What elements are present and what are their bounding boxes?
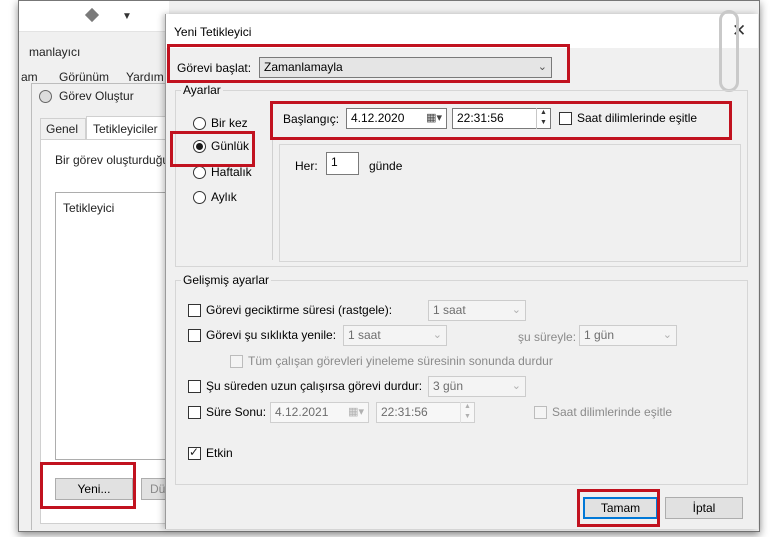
radio-monthly-label: Aylık (211, 190, 237, 204)
enabled-label: Etkin (206, 446, 233, 460)
tab-triggers-label: Tetikleyiciler (93, 122, 158, 136)
repeat-label: Görevi şu sıklıkta yenile: (206, 328, 337, 342)
repeat-duration-select[interactable]: 1 gün ⌄ (579, 325, 677, 346)
app-subtitle: manlayıcı (29, 45, 81, 59)
sync-timezones-checkbox[interactable] (559, 112, 572, 125)
new-trigger-button-label: Yeni... (77, 482, 111, 496)
begin-task-label: Görevi başlat: (177, 61, 252, 75)
menu-item-help[interactable]: Yardım (126, 70, 164, 84)
expire-checkbox[interactable] (188, 406, 201, 419)
start-time-field[interactable]: 22:31:56 ▲ ▼ (452, 108, 551, 129)
stop-all-checkbox[interactable] (230, 355, 243, 368)
radio-monthly[interactable] (193, 191, 206, 204)
expire-time-field[interactable]: 22:31:56 ▲ ▼ (376, 402, 475, 423)
chevron-down-icon: ⌄ (511, 304, 521, 316)
create-task-title: Görev Oluştur (59, 89, 134, 103)
begin-task-value: Zamanlamayla (264, 60, 343, 74)
expire-date-value: 4.12.2021 (275, 405, 329, 419)
repeat-duration-label: şu süreyle: (518, 330, 577, 344)
enabled-checkbox[interactable]: ✓ (188, 445, 201, 460)
chevron-down-icon[interactable]: ▼ (122, 11, 132, 22)
sync-timezones-label: Saat dilimlerinde eşitle (577, 111, 698, 125)
radio-once[interactable] (193, 117, 206, 130)
recur-every-value: 1 (331, 155, 338, 169)
stop-longer-label: Şu süreden uzun çalışırsa görevi durdur: (206, 379, 423, 393)
chevron-down-icon: ⌄ (537, 61, 547, 73)
settings-group-title: Ayarlar (181, 83, 223, 97)
expire-label: Süre Sonu: (206, 405, 267, 419)
repeat-interval-select[interactable]: 1 saat ⌄ (343, 325, 447, 346)
expire-sync-checkbox[interactable] (534, 406, 547, 419)
begin-task-select[interactable]: Zamanlamayla ⌄ (259, 57, 552, 78)
new-trigger-dialog: Yeni Tetikleyici ✕ Görevi başlat: Zamanl… (165, 10, 758, 529)
recur-every-label: Her: (295, 159, 318, 173)
radio-daily-label: Günlük (211, 139, 250, 153)
menu-item-view[interactable]: Görünüm (59, 70, 109, 84)
dialog-titlebar: Yeni Tetikleyici ✕ (166, 14, 758, 48)
delay-label: Görevi geciktirme süresi (rastgele): (206, 303, 393, 317)
stop-longer-checkbox[interactable] (188, 380, 201, 393)
dialog-title: Yeni Tetikleyici (174, 25, 252, 39)
background-titlebar: ▼ (19, 1, 169, 32)
stop-all-label: Tüm çalışan görevleri yineleme süresinin… (248, 354, 553, 368)
chevron-down-icon: ⌄ (511, 380, 521, 392)
start-label: Başlangıç: (283, 112, 340, 126)
chevron-down-icon: ⌄ (662, 329, 672, 341)
tab-triggers[interactable]: Tetikleyiciler (86, 116, 170, 140)
repeat-duration-value: 1 gün (584, 328, 615, 342)
advanced-group-title: Gelişmiş ayarlar (181, 273, 272, 287)
delay-checkbox[interactable] (188, 304, 201, 317)
create-task-dialog: Görev Oluştur Genel Tetikleyiciler Bir g… (31, 83, 181, 530)
background-window: ▼ manlayıcı am Görünüm Yardım Görev Oluş… (19, 1, 181, 530)
radio-daily[interactable] (193, 140, 206, 153)
binder-clip-icon (719, 10, 739, 92)
window-icon (84, 7, 100, 23)
cancel-button[interactable]: İptal (665, 497, 743, 519)
new-trigger-button[interactable]: Yeni... (55, 478, 133, 500)
expire-sync-label: Saat dilimlerinde eşitle (552, 405, 673, 419)
chevron-down-icon: ⌄ (432, 329, 442, 341)
tab-general-label: Genel (46, 122, 79, 136)
expire-time-value: 22:31:56 (381, 405, 428, 419)
calendar-icon[interactable]: ▦▾ (426, 109, 442, 128)
recur-unit-label: günde (369, 159, 403, 173)
triggers-list[interactable]: Tetikleyici (55, 192, 175, 460)
radio-weekly-label: Haftalık (211, 165, 252, 179)
menu-item-action[interactable]: am (21, 70, 38, 84)
recur-every-input[interactable]: 1 (326, 152, 359, 175)
time-spinner[interactable]: ▲ ▼ (460, 402, 474, 423)
settings-divider (272, 102, 273, 260)
tab-general[interactable]: Genel (40, 118, 86, 140)
radio-daily-dot (196, 143, 203, 150)
repeat-interval-value: 1 saat (348, 328, 381, 342)
start-time-value: 22:31:56 (457, 111, 504, 125)
time-spinner[interactable]: ▲ ▼ (536, 108, 550, 129)
repeat-checkbox[interactable] (188, 329, 201, 342)
stop-longer-select[interactable]: 3 gün ⌄ (428, 376, 526, 397)
clock-icon (39, 90, 52, 103)
ok-button-label: Tamam (600, 501, 641, 515)
cancel-button-label: İptal (692, 501, 716, 515)
tab-panel: Bir görev oluşturduğu Tetikleyici Yeni..… (40, 139, 181, 524)
radio-once-label: Bir kez (211, 116, 248, 130)
delay-value: 1 saat (433, 303, 466, 317)
list-header-trigger: Tetikleyici (63, 201, 115, 215)
edit-trigger-button-label: Dü (150, 482, 166, 496)
delay-select[interactable]: 1 saat ⌄ (428, 300, 526, 321)
ok-button[interactable]: Tamam (583, 497, 658, 519)
stop-longer-value: 3 gün (433, 379, 464, 393)
triggers-description: Bir görev oluşturduğu (55, 153, 170, 167)
checkmark-icon: ✓ (189, 445, 200, 459)
expire-date-picker[interactable]: 4.12.2021 ▦▾ (270, 402, 369, 423)
start-date-value: 4.12.2020 (351, 111, 405, 125)
start-date-picker[interactable]: 4.12.2020 ▦▾ (346, 108, 447, 129)
radio-weekly[interactable] (193, 166, 206, 179)
calendar-icon[interactable]: ▦▾ (348, 403, 364, 422)
